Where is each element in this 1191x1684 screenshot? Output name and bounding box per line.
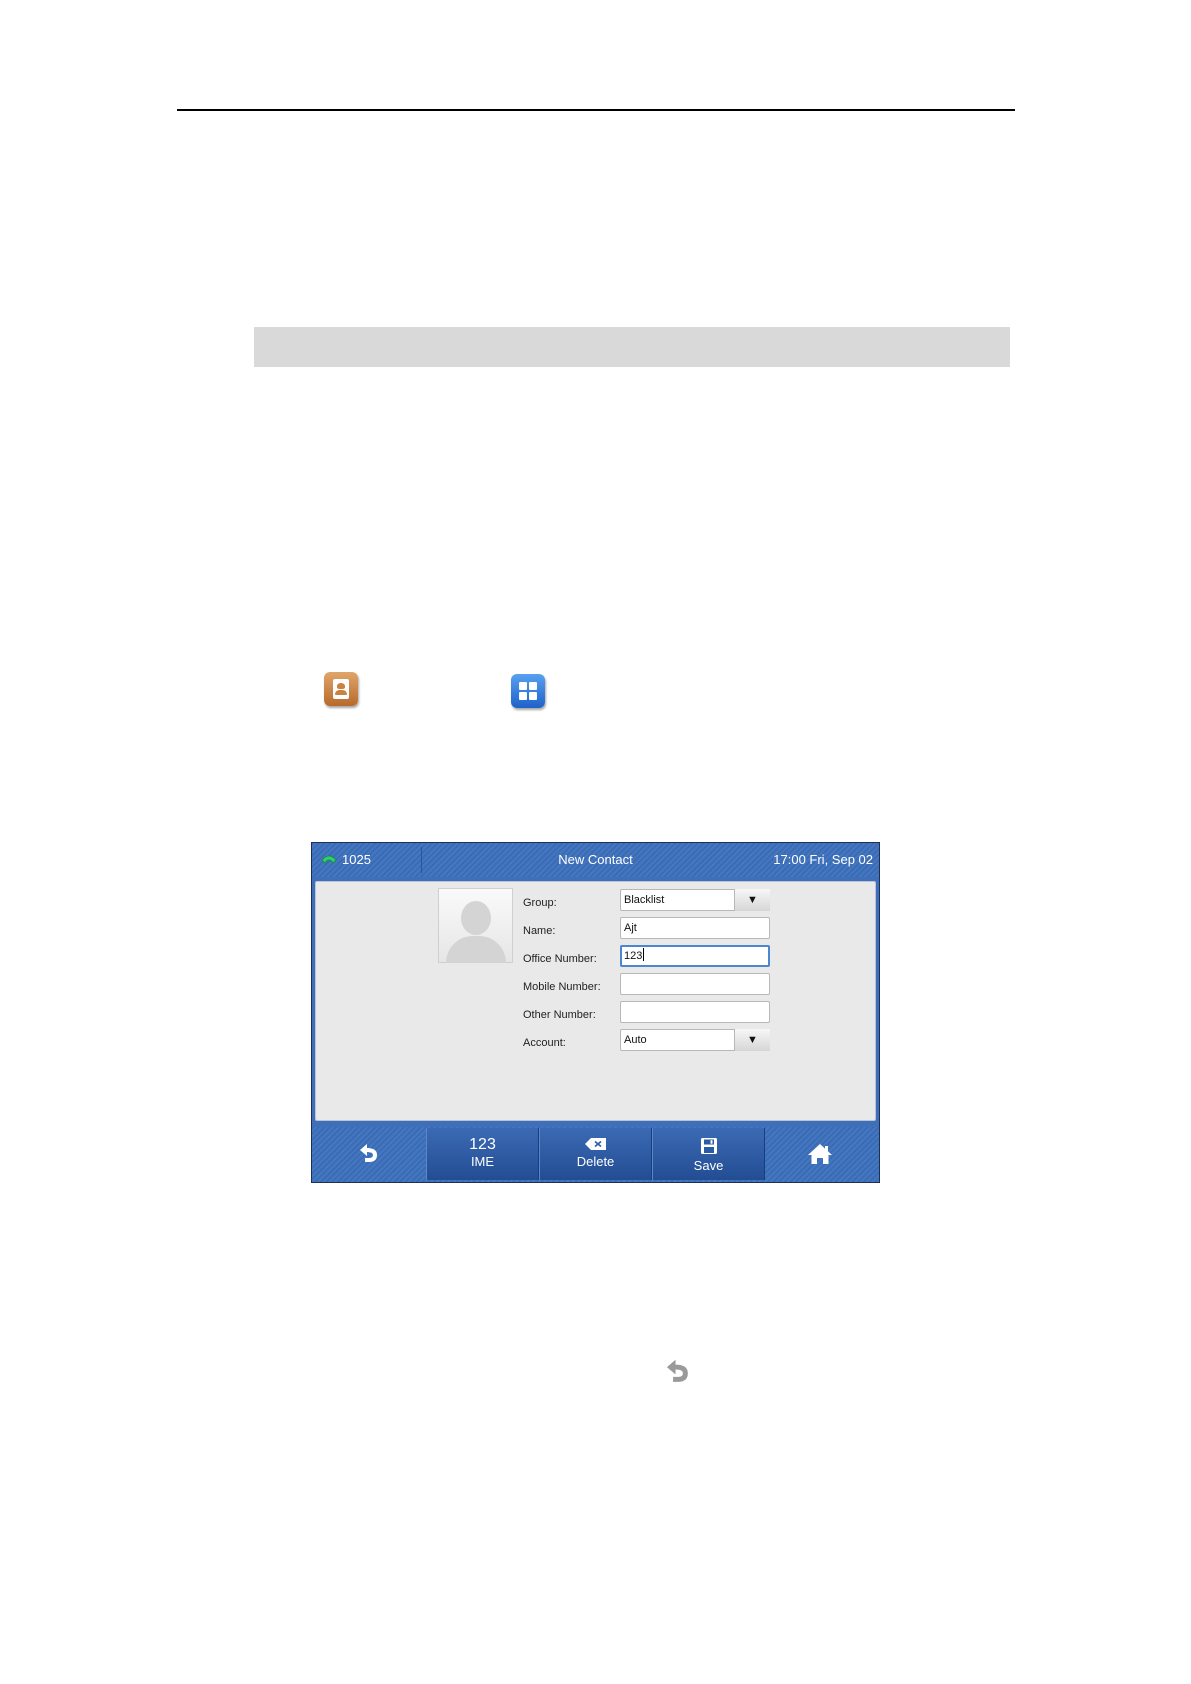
group-dropdown[interactable]: Blacklist ▼ [620,889,770,911]
save-softkey[interactable]: Save [652,1128,765,1180]
text-caret [643,948,645,961]
account-dropdown[interactable]: Auto ▼ [620,1029,770,1051]
office-number-value: 123 [624,950,643,962]
name-label: Name: [523,925,556,937]
account-value: Auto [624,1034,647,1046]
ime-label: IME [470,1154,495,1169]
office-number-label: Office Number: [523,953,597,965]
date-time: 17:00 Fri, Sep 02 [773,852,873,867]
ime-mode: 123 [469,1136,496,1153]
mobile-number-label: Mobile Number: [523,981,601,993]
group-label: Group: [523,897,557,909]
contacts-book-icon [324,672,358,706]
status-bar: 1025 New Contact 17:00 Fri, Sep 02 [312,843,879,877]
group-dropdown-arrow-icon[interactable]: ▼ [734,889,770,911]
account-dropdown-arrow-icon[interactable]: ▼ [734,1029,770,1051]
mobile-number-field[interactable] [620,973,770,995]
back-arrow-icon[interactable] [356,1141,382,1167]
menu-grid-icon [511,674,545,708]
softkey-bar: 123 IME Delete Save [312,1127,879,1182]
office-number-field[interactable]: 123 [620,945,770,967]
delete-label: Delete [576,1154,615,1169]
header-rule [177,109,1015,111]
name-value: Ajt [624,922,637,934]
backspace-icon [584,1138,606,1150]
phone-screen: 1025 New Contact 17:00 Fri, Sep 02 Group… [311,842,880,1183]
other-number-field[interactable] [620,1001,770,1023]
ime-softkey[interactable]: 123 IME [426,1128,539,1180]
note-banner [254,327,1010,367]
home-icon[interactable] [806,1141,834,1167]
other-number-label: Other Number: [523,1009,596,1021]
account-label: Account: [523,1037,566,1049]
floppy-disk-icon [700,1138,717,1154]
group-value: Blacklist [624,894,665,906]
delete-softkey[interactable]: Delete [539,1128,652,1180]
contact-form: Group: Blacklist ▼ Name: Ajt Office Numb… [315,881,876,1121]
contact-photo[interactable] [438,888,513,963]
name-field[interactable]: Ajt [620,917,770,939]
save-label: Save [693,1158,724,1173]
back-arrow-icon [666,1359,688,1382]
